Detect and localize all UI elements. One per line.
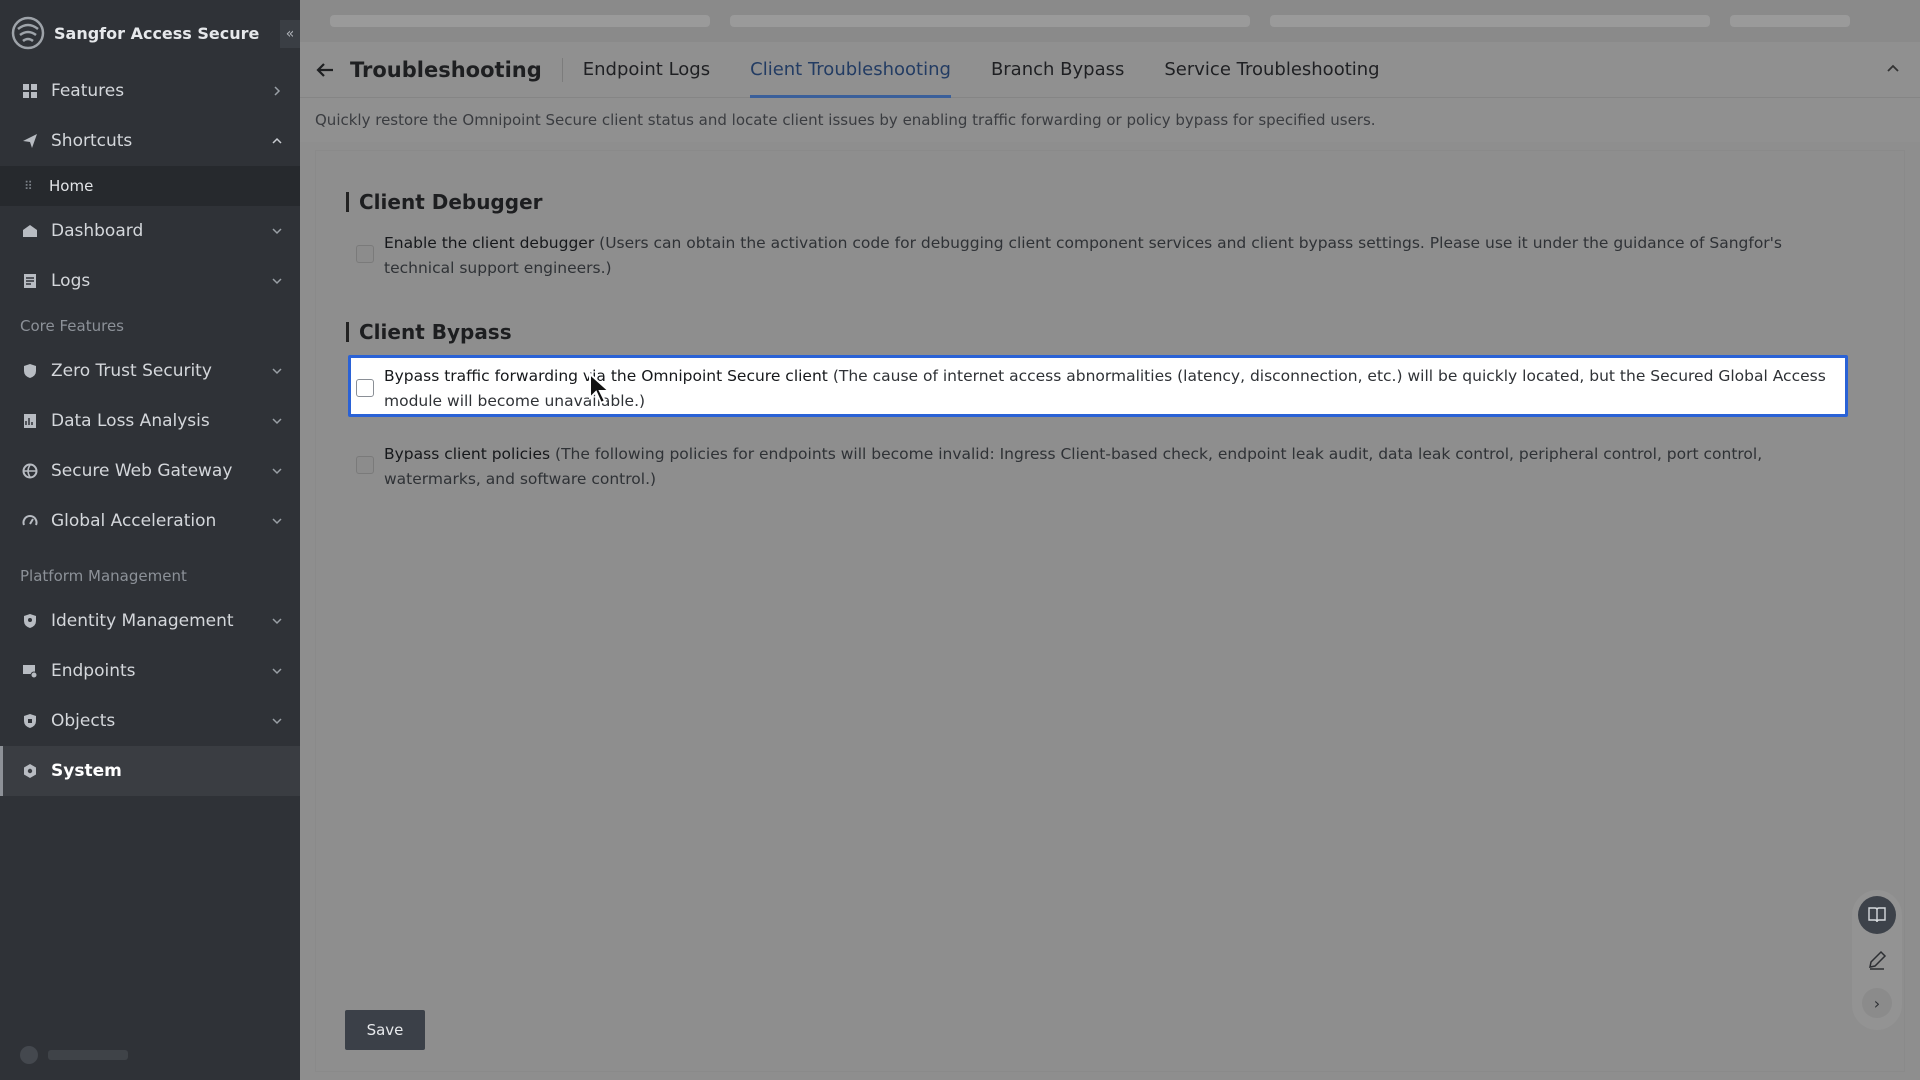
chevron-down-icon (272, 278, 282, 285)
chevron-down-icon (272, 418, 282, 425)
identity-icon (21, 612, 39, 630)
option-client-debugger: Enable the client debugger (Users can ob… (356, 231, 1856, 281)
sidebar-item-identity-management[interactable]: Identity Management (0, 596, 300, 646)
sidebar-item-label: Shortcuts (51, 131, 133, 151)
chevron-down-icon (272, 618, 282, 625)
floating-toolbar: › (1852, 890, 1902, 1030)
page-description: Quickly restore the Omnipoint Secure cli… (300, 98, 1920, 142)
checkbox-client-debugger[interactable] (356, 245, 374, 263)
drag-handle-icon[interactable]: ⠿ (24, 179, 34, 193)
grid-icon (21, 82, 39, 100)
section-title-client-bypass: Client Bypass (346, 322, 512, 342)
page-header: Troubleshooting Endpoint Logs Client Tro… (300, 42, 1920, 98)
sidebar-item-data-loss[interactable]: Data Loss Analysis (0, 396, 300, 446)
sidebar-item-label: Features (51, 81, 125, 101)
sidebar-item-endpoints[interactable]: Endpoints (0, 646, 300, 696)
logs-icon (21, 272, 39, 290)
sidebar-item-label: Secure Web Gateway (51, 461, 233, 481)
sidebar-item-features[interactable]: Features (0, 66, 300, 116)
chevron-down-icon (272, 518, 282, 525)
sidebar-item-system[interactable]: System (0, 746, 300, 796)
tab-branch-bypass[interactable]: Branch Bypass (991, 42, 1124, 98)
shield-icon (21, 362, 39, 380)
shortcut-home[interactable]: ⠿ Home (0, 166, 300, 206)
sidebar-item-logs[interactable]: Logs (0, 256, 300, 306)
top-bar (300, 0, 1920, 42)
avatar (20, 1046, 38, 1064)
option-text: Bypass client policies (The following po… (384, 442, 1856, 492)
speed-icon (21, 512, 39, 530)
collapse-sidebar-icon[interactable]: « (280, 20, 300, 48)
option-bypass-traffic-forwarding: Bypass traffic forwarding via the Omnipo… (351, 361, 1831, 414)
chevron-down-icon (272, 228, 282, 235)
sidebar-item-objects[interactable]: Objects (0, 696, 300, 746)
save-button[interactable]: Save (345, 1010, 425, 1050)
dashboard-icon (21, 222, 39, 240)
tab-endpoint-logs[interactable]: Endpoint Logs (583, 42, 710, 98)
blurred-text (730, 15, 1250, 27)
chart-icon (21, 412, 39, 430)
system-icon (21, 762, 39, 780)
chevron-up-icon[interactable] (1884, 60, 1902, 78)
shortcut-home-label: Home (49, 177, 94, 195)
page-title: Troubleshooting (350, 57, 563, 82)
sidebar-item-label: Objects (51, 711, 116, 731)
sidebar-item-label: Dashboard (51, 221, 144, 241)
tab-service-troubleshooting[interactable]: Service Troubleshooting (1164, 42, 1379, 98)
brand: Sangfor Access Secure « (0, 0, 300, 66)
highlighted-option-box: Bypass traffic forwarding via the Omnipo… (348, 355, 1848, 417)
checkbox-bypass-traffic-forwarding[interactable] (356, 379, 374, 397)
book-icon[interactable] (1858, 896, 1896, 934)
section-core-features: Core Features (20, 317, 124, 335)
chevron-right-icon (274, 86, 281, 96)
blurred-text (1270, 15, 1710, 27)
chevron-down-icon (272, 368, 282, 375)
option-bypass-client-policies: Bypass client policies (The following po… (356, 442, 1856, 492)
mouse-cursor-icon (589, 372, 612, 405)
user-profile[interactable] (20, 1046, 128, 1064)
option-note: (The following policies for endpoints wi… (384, 445, 1763, 488)
checkbox-bypass-client-policies[interactable] (356, 456, 374, 474)
sidebar-item-zero-trust[interactable]: Zero Trust Security (0, 346, 300, 396)
option-label: Bypass client policies (384, 445, 551, 463)
sangfor-logo-icon (11, 16, 45, 50)
back-arrow-icon[interactable] (314, 59, 336, 81)
edit-icon[interactable] (1866, 949, 1888, 971)
sidebar-item-global-acceleration[interactable]: Global Acceleration (0, 496, 300, 546)
sidebar-item-label: Logs (51, 271, 91, 291)
objects-icon (21, 712, 39, 730)
option-text: Enable the client debugger (Users can ob… (384, 231, 1856, 281)
sidebar-item-label: Global Acceleration (51, 511, 217, 531)
blurred-text (1730, 15, 1850, 27)
send-icon (21, 132, 39, 150)
sidebar-item-secure-web-gateway[interactable]: Secure Web Gateway (0, 446, 300, 496)
sidebar-item-dashboard[interactable]: Dashboard (0, 206, 300, 256)
sidebar-item-label: Data Loss Analysis (51, 411, 210, 431)
option-label: Enable the client debugger (384, 234, 595, 252)
user-name-placeholder (48, 1050, 128, 1060)
section-title-client-debugger: Client Debugger (346, 192, 543, 212)
sidebar-item-shortcuts[interactable]: Shortcuts (0, 116, 300, 166)
endpoint-icon (21, 662, 39, 680)
chevron-down-icon (272, 718, 282, 725)
sidebar: Sangfor Access Secure « Features Shortcu… (0, 0, 300, 1080)
globe-icon (21, 462, 39, 480)
tab-client-troubleshooting[interactable]: Client Troubleshooting (750, 42, 951, 98)
content-panel: Client Debugger Enable the client debugg… (315, 150, 1905, 1072)
chevron-up-icon (272, 137, 282, 144)
section-platform-management: Platform Management (20, 567, 187, 585)
sidebar-item-label: Endpoints (51, 661, 136, 681)
chevron-down-icon (272, 468, 282, 475)
chevron-right-icon[interactable]: › (1862, 988, 1892, 1018)
sidebar-item-label: Identity Management (51, 611, 234, 631)
chevron-down-icon (272, 668, 282, 675)
option-note: (Users can obtain the activation code fo… (384, 234, 1783, 277)
sidebar-item-label: Zero Trust Security (51, 361, 212, 381)
blurred-text (330, 15, 710, 27)
sidebar-item-label: System (51, 761, 122, 781)
brand-name: Sangfor Access Secure (54, 23, 260, 43)
